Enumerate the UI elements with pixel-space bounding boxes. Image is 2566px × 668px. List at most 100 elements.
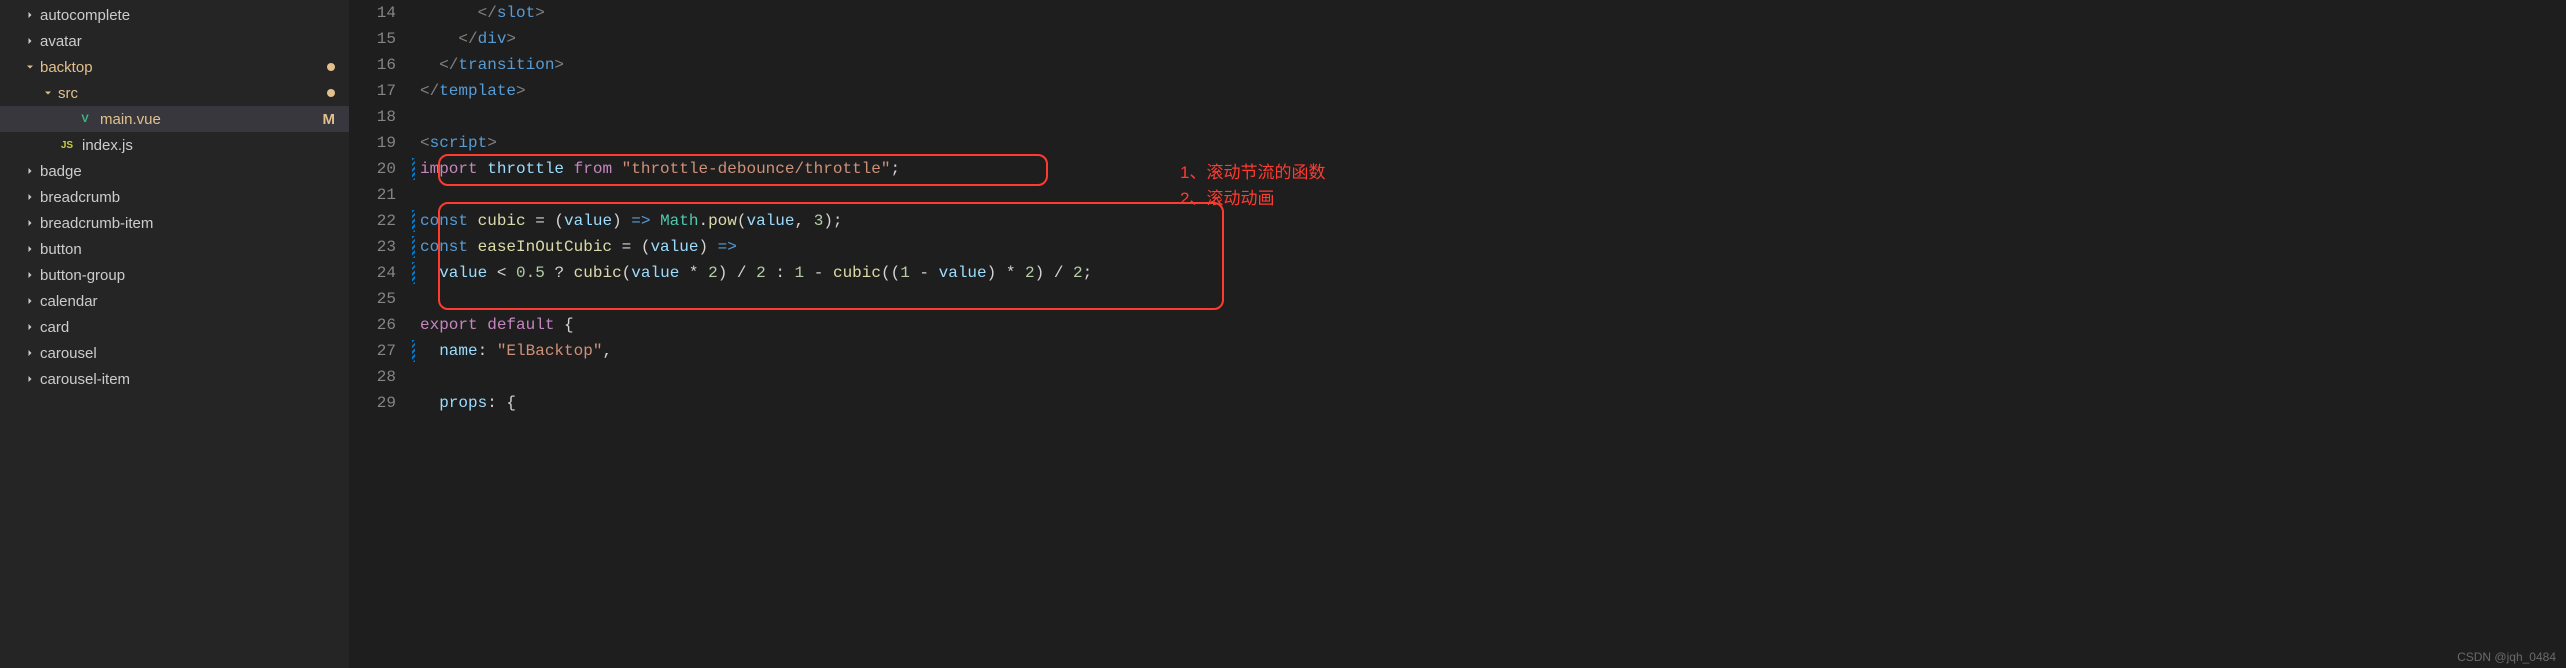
- token-var: throttle: [487, 160, 564, 178]
- token-punc: ((: [881, 264, 900, 282]
- code-line-18[interactable]: [420, 104, 2566, 130]
- token-tag: </: [458, 30, 477, 48]
- gutter-decoration-icon: [412, 262, 415, 284]
- token-num: 2: [756, 264, 766, 282]
- token-el: template: [439, 82, 516, 100]
- code-line-26[interactable]: export default {: [420, 312, 2566, 338]
- code-line-19[interactable]: <script>: [420, 130, 2566, 156]
- code-line-22[interactable]: const cubic = (value) => Math.pow(value,…: [420, 208, 2566, 234]
- annotation-text: 1、滚动节流的函数: [1180, 158, 1325, 183]
- sidebar-folder-breadcrumb[interactable]: breadcrumb: [0, 184, 349, 210]
- sidebar-folder-autocomplete[interactable]: autocomplete: [0, 2, 349, 28]
- token-punc: = (: [612, 238, 650, 256]
- sidebar-folder-carousel[interactable]: carousel: [0, 340, 349, 366]
- token-punc: [420, 56, 439, 74]
- sidebar-folder-card[interactable]: card: [0, 314, 349, 340]
- code-area[interactable]: </slot> </div> </transition></template><…: [420, 0, 2566, 668]
- token-var: value: [564, 212, 612, 230]
- line-number: 23: [350, 234, 396, 260]
- sidebar-file-main-vue[interactable]: Vmain.vueM: [0, 106, 349, 132]
- sidebar-item-label: card: [40, 319, 349, 336]
- line-number: 19: [350, 130, 396, 156]
- code-line-20[interactable]: import throttle from "throttle-debounce/…: [420, 156, 2566, 182]
- code-line-28[interactable]: [420, 364, 2566, 390]
- token-punc: {: [564, 316, 574, 334]
- token-fn: cubic: [478, 212, 526, 230]
- modified-dot-icon: [327, 89, 335, 97]
- sidebar-folder-carousel-item[interactable]: carousel-item: [0, 366, 349, 392]
- sidebar-item-label: button: [40, 241, 349, 258]
- sidebar-folder-button-group[interactable]: button-group: [0, 262, 349, 288]
- code-line-16[interactable]: </transition>: [420, 52, 2566, 78]
- gutter-decoration-icon: [412, 340, 415, 362]
- token-fn: cubic: [574, 264, 622, 282]
- token-num: 2: [1025, 264, 1035, 282]
- line-number: 27: [350, 338, 396, 364]
- token-tag: </: [478, 4, 497, 22]
- spacer-icon: [40, 137, 56, 153]
- token-var: value: [939, 264, 987, 282]
- sidebar-folder-backtop[interactable]: backtop: [0, 54, 349, 80]
- token-num: 0.5: [516, 264, 545, 282]
- token-tag: >: [554, 56, 564, 74]
- line-number: 16: [350, 52, 396, 78]
- token-fn: easeInOutCubic: [478, 238, 612, 256]
- token-num: 1: [900, 264, 910, 282]
- token-punc: :: [478, 342, 497, 360]
- sidebar-item-label: breadcrumb: [40, 189, 349, 206]
- sidebar-folder-button[interactable]: button: [0, 236, 349, 262]
- line-number: 28: [350, 364, 396, 390]
- gutter-decoration-icon: [412, 158, 415, 180]
- token-punc: .: [698, 212, 708, 230]
- line-number: 25: [350, 286, 396, 312]
- gutter-decoration-icon: [412, 236, 415, 258]
- chevron-right-icon: [22, 345, 38, 361]
- code-line-23[interactable]: const easeInOutCubic = (value) =>: [420, 234, 2566, 260]
- chevron-right-icon: [22, 293, 38, 309]
- code-line-15[interactable]: </div>: [420, 26, 2566, 52]
- sidebar-item-label: breadcrumb-item: [40, 215, 349, 232]
- sidebar-folder-breadcrumb-item[interactable]: breadcrumb-item: [0, 210, 349, 236]
- sidebar-folder-calendar[interactable]: calendar: [0, 288, 349, 314]
- sidebar-folder-src[interactable]: src: [0, 80, 349, 106]
- gutter-decoration-icon: [412, 210, 415, 232]
- sidebar-item-label: src: [58, 85, 327, 102]
- code-line-17[interactable]: </template>: [420, 78, 2566, 104]
- token-punc: :: [766, 264, 795, 282]
- code-line-27[interactable]: name: "ElBacktop",: [420, 338, 2566, 364]
- code-line-24[interactable]: value < 0.5 ? cubic(value * 2) / 2 : 1 -…: [420, 260, 2566, 286]
- token-punc: ,: [602, 342, 612, 360]
- line-gutter: 14151617181920212223242526272829: [350, 0, 420, 668]
- code-line-29[interactable]: props: {: [420, 390, 2566, 416]
- chevron-right-icon: [22, 215, 38, 231]
- token-var: name: [439, 342, 477, 360]
- spacer-icon: [58, 111, 74, 127]
- token-obj: Math: [660, 212, 698, 230]
- token-tag: >: [516, 82, 526, 100]
- token-const: const: [420, 212, 478, 230]
- token-punc: -: [910, 264, 939, 282]
- sidebar-item-label: avatar: [40, 33, 349, 50]
- token-punc: -: [804, 264, 833, 282]
- sidebar-folder-badge[interactable]: badge: [0, 158, 349, 184]
- token-punc: (: [622, 264, 632, 282]
- token-punc: : {: [487, 394, 516, 412]
- code-editor[interactable]: 14151617181920212223242526272829 </slot>…: [350, 0, 2566, 668]
- sidebar-file-index-js[interactable]: JSindex.js: [0, 132, 349, 158]
- code-line-21[interactable]: [420, 182, 2566, 208]
- token-el: transition: [458, 56, 554, 74]
- token-el: script: [430, 134, 488, 152]
- line-number: 21: [350, 182, 396, 208]
- line-number: 20: [350, 156, 396, 182]
- code-line-14[interactable]: </slot>: [420, 0, 2566, 26]
- sidebar-item-label: index.js: [82, 137, 349, 154]
- tree-items-container: autocomplete avatar backtop src Vmain.vueMJS…: [0, 2, 349, 392]
- code-line-25[interactable]: [420, 286, 2566, 312]
- token-punc: <: [487, 264, 516, 282]
- line-number: 29: [350, 390, 396, 416]
- sidebar-folder-avatar[interactable]: avatar: [0, 28, 349, 54]
- chevron-right-icon: [22, 371, 38, 387]
- sidebar-item-label: backtop: [40, 59, 327, 76]
- token-tag: </: [420, 82, 439, 100]
- token-fn: pow: [708, 212, 737, 230]
